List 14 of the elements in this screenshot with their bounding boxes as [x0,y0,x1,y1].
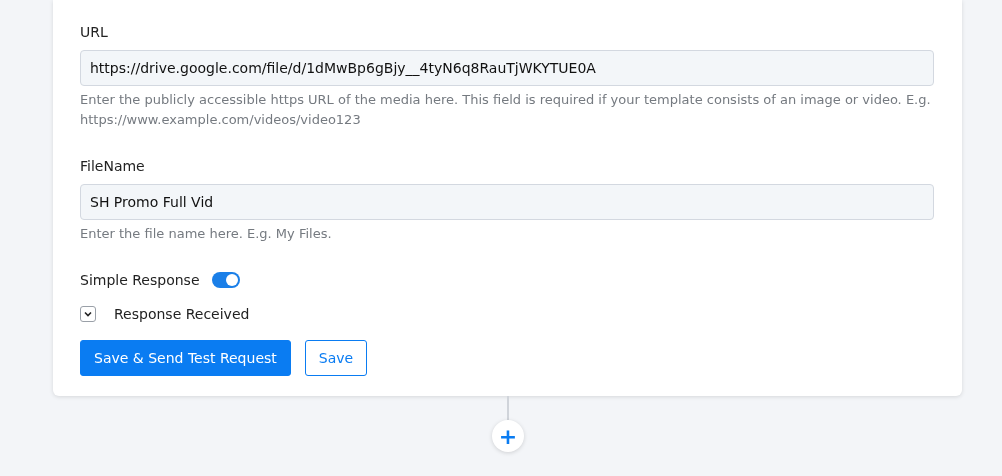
input-field[interactable]: https://drive.google.com/file/d/1dMwBp6gBjy__4tyN6q8RauTjWKYTUE0A [80,50,934,86]
add-step-button[interactable]: + [492,420,524,452]
field-label: URL [80,24,109,40]
input-field[interactable]: SH Promo Full Vid [80,184,934,220]
chevron-icon [83,309,93,319]
send-test-button[interactable]: Save & Send Test Request [80,340,291,376]
help-text: Enter the file name here. E.g. My Files. [80,225,333,243]
toggle-label: Simple Response [80,272,200,288]
save-button[interactable]: Save [304,340,368,376]
section-label: Response Received [114,306,250,322]
help-text: Enter the publicly accessible https URL of the media here. This field is required if your template consists of an image or video. E.g. https://www.example.com/videos/video123 [80,91,932,129]
expand-toggle[interactable] [80,306,96,322]
toggle-switch[interactable] [211,272,240,288]
field-label: FileName [80,158,146,174]
